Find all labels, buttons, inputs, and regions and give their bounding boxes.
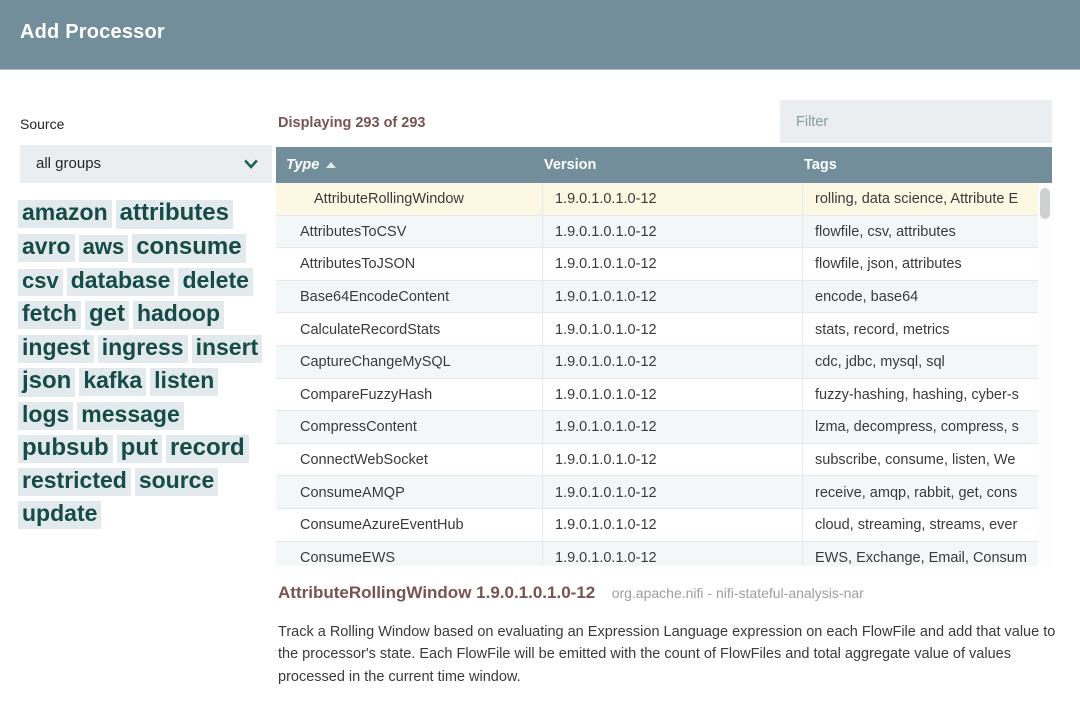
cell-version: 1.9.0.1.0.1.0-12 [542, 411, 792, 444]
chevron-down-icon [244, 157, 258, 171]
tag-chip[interactable]: get [84, 300, 129, 330]
tag-chip[interactable]: source [134, 468, 219, 497]
detail-subtitle: org.apache.nifi - nifi-stateful-analysis… [611, 585, 864, 601]
tag-chip[interactable]: update [18, 501, 102, 530]
cell-type: AttributesToCSV [300, 223, 407, 240]
tag-chip[interactable]: kafka [79, 367, 147, 396]
cell-type: ConsumeAMQP [300, 484, 405, 501]
tag-chip[interactable]: logs [18, 401, 74, 430]
source-group-dropdown[interactable]: all groups [20, 145, 272, 183]
cell-type: AttributeRollingWindow [314, 191, 464, 208]
column-header-type-label: Type [286, 157, 320, 173]
cell-tags: cdc, jdbc, mysql, sql [802, 345, 1052, 379]
displaying-count: Displaying 293 of 293 [278, 115, 426, 131]
cell-tags: cloud, streaming, streams, ever [802, 508, 1052, 542]
cell-version: 1.9.0.1.0.1.0-12 [542, 541, 792, 566]
processor-table: Type Version Tags AttributeRollingWindow… [276, 147, 1052, 566]
tag-cloud: amazon attributes avro aws consume csv databas… [18, 200, 276, 534]
cell-version: 1.9.0.1.0.1.0-12 [542, 476, 792, 509]
tag-chip[interactable]: message [77, 401, 184, 430]
cell-tags: lzma, decompress, compress, s [802, 411, 1052, 444]
cell-type: CompressContent [300, 419, 417, 436]
cell-tags: receive, amqp, rabbit, get, cons [802, 476, 1052, 509]
cell-type: CaptureChangeMySQL [300, 354, 451, 371]
cell-type: Base64EncodeContent [300, 289, 450, 306]
tag-chip[interactable]: json [18, 367, 76, 397]
table-row[interactable]: AttributesToCSV 1.9.0.1.0.1.0-12 flowfile,… [276, 215, 1052, 249]
filter-input[interactable] [780, 100, 1052, 143]
tag-chip[interactable]: hadoop [132, 300, 224, 329]
cell-type: CalculateRecordStats [300, 321, 441, 338]
add-processor-dialog: Add Processor Source all groups amazon at… [0, 0, 1080, 724]
table-row[interactable]: ConsumeEWS 1.9.0.1.0.1.0-12 EWS, Exchange,… [276, 541, 1052, 566]
cell-type: ConsumeAzureEventHub [300, 517, 464, 534]
source-label: Source [20, 116, 65, 132]
table-row[interactable]: Base64EncodeContent 1.9.0.1.0.1.0-12 encod… [276, 280, 1052, 314]
tag-chip[interactable]: pubsub [18, 434, 113, 464]
cell-tags: rolling, data science, Attribute E [802, 183, 1052, 216]
dialog-title: Add Processor [20, 21, 165, 43]
tag-chip[interactable]: record [165, 434, 249, 464]
column-header-version-label: Version [544, 157, 597, 173]
table-scrollbar-thumb[interactable] [1040, 188, 1050, 219]
dialog-header: Add Processor [0, 0, 1080, 70]
tag-chip[interactable]: avro [18, 233, 75, 262]
cell-tags: stats, record, metrics [802, 313, 1052, 346]
column-header-type[interactable]: Type [286, 147, 536, 183]
cell-version: 1.9.0.1.0.1.0-12 [542, 313, 792, 346]
sort-ascending-icon [326, 162, 337, 168]
tag-chip[interactable]: amazon [18, 200, 112, 228]
tag-chip[interactable]: attributes [115, 200, 233, 229]
column-header-tags-label: Tags [804, 157, 837, 173]
tag-chip[interactable]: aws [78, 234, 129, 262]
table-row[interactable]: CaptureChangeMySQL 1.9.0.1.0.1.0-12 cdc, j… [276, 345, 1052, 379]
cell-type: ConnectWebSocket [300, 452, 428, 469]
table-row[interactable]: CompareFuzzyHash 1.9.0.1.0.1.0-12 fuzzy-ha… [276, 378, 1052, 412]
tag-chip[interactable]: ingress [97, 334, 188, 363]
cell-type: AttributesToJSON [300, 256, 416, 273]
detail-title: AttributeRollingWindow 1.9.0.1.0.1.0-12 [278, 583, 596, 602]
tag-chip[interactable]: put [116, 434, 162, 464]
tag-chip[interactable]: insert [191, 334, 263, 363]
cell-type: ConsumeEWS [300, 549, 396, 566]
tag-chip[interactable]: fetch [18, 300, 81, 329]
cell-version: 1.9.0.1.0.1.0-12 [542, 443, 792, 477]
table-body: AttributeRollingWindow 1.9.0.1.0.1.0-12 ro… [276, 183, 1052, 566]
cell-version: 1.9.0.1.0.1.0-12 [542, 508, 792, 542]
table-row[interactable]: CompressContent 1.9.0.1.0.1.0-12 lzma, dec… [276, 411, 1052, 444]
table-row[interactable]: ConsumeAzureEventHub 1.9.0.1.0.1.0-12 clou… [276, 508, 1052, 542]
tag-chip[interactable]: consume [132, 233, 246, 263]
cell-tags: subscribe, consume, listen, We [802, 443, 1052, 477]
cell-version: 1.9.0.1.0.1.0-12 [542, 345, 792, 379]
table-header-row: Type Version Tags [276, 147, 1052, 183]
column-header-tags[interactable]: Tags [804, 147, 1044, 183]
tag-chip[interactable]: csv [18, 268, 63, 296]
cell-version: 1.9.0.1.0.1.0-12 [542, 183, 792, 216]
cell-tags: encode, base64 [802, 280, 1052, 314]
cell-tags: fuzzy-hashing, hashing, cyber-s [802, 378, 1052, 412]
tag-chip[interactable]: restricted [18, 468, 131, 497]
tag-chip[interactable]: ingest [18, 334, 94, 363]
table-row[interactable]: ConnectWebSocket 1.9.0.1.0.1.0-12 subscrib… [276, 443, 1052, 477]
table-row[interactable]: ConsumeAMQP 1.9.0.1.0.1.0-12 receive, amqp… [276, 476, 1052, 509]
cell-version: 1.9.0.1.0.1.0-12 [542, 215, 792, 249]
cell-version: 1.9.0.1.0.1.0-12 [542, 280, 792, 314]
detail-description: Track a Rolling Window based on evaluati… [278, 624, 1056, 685]
cell-version: 1.9.0.1.0.1.0-12 [542, 248, 792, 281]
column-header-version[interactable]: Version [544, 147, 794, 183]
table-row[interactable]: AttributeRollingWindow 1.9.0.1.0.1.0-12 ro… [276, 183, 1052, 216]
source-group-value: all groups [36, 155, 102, 172]
cell-tags: EWS, Exchange, Email, Consum [802, 541, 1052, 566]
cell-tags: flowfile, json, attributes [802, 248, 1052, 281]
table-scrollbar-track[interactable] [1038, 183, 1052, 566]
table-row[interactable]: AttributesToJSON 1.9.0.1.0.1.0-12 flowfile… [276, 248, 1052, 281]
table-row[interactable]: CalculateRecordStats 1.9.0.1.0.1.0-12 stat… [276, 313, 1052, 346]
tag-chip[interactable]: delete [178, 267, 253, 296]
processor-detail-pane: AttributeRollingWindow 1.9.0.1.0.1.0-12 … [278, 583, 1068, 688]
cell-tags: flowfile, csv, attributes [802, 215, 1052, 249]
tag-chip[interactable]: database [66, 267, 175, 296]
cell-type: CompareFuzzyHash [300, 386, 433, 403]
cell-version: 1.9.0.1.0.1.0-12 [542, 378, 792, 412]
tag-chip[interactable]: listen [150, 367, 219, 396]
